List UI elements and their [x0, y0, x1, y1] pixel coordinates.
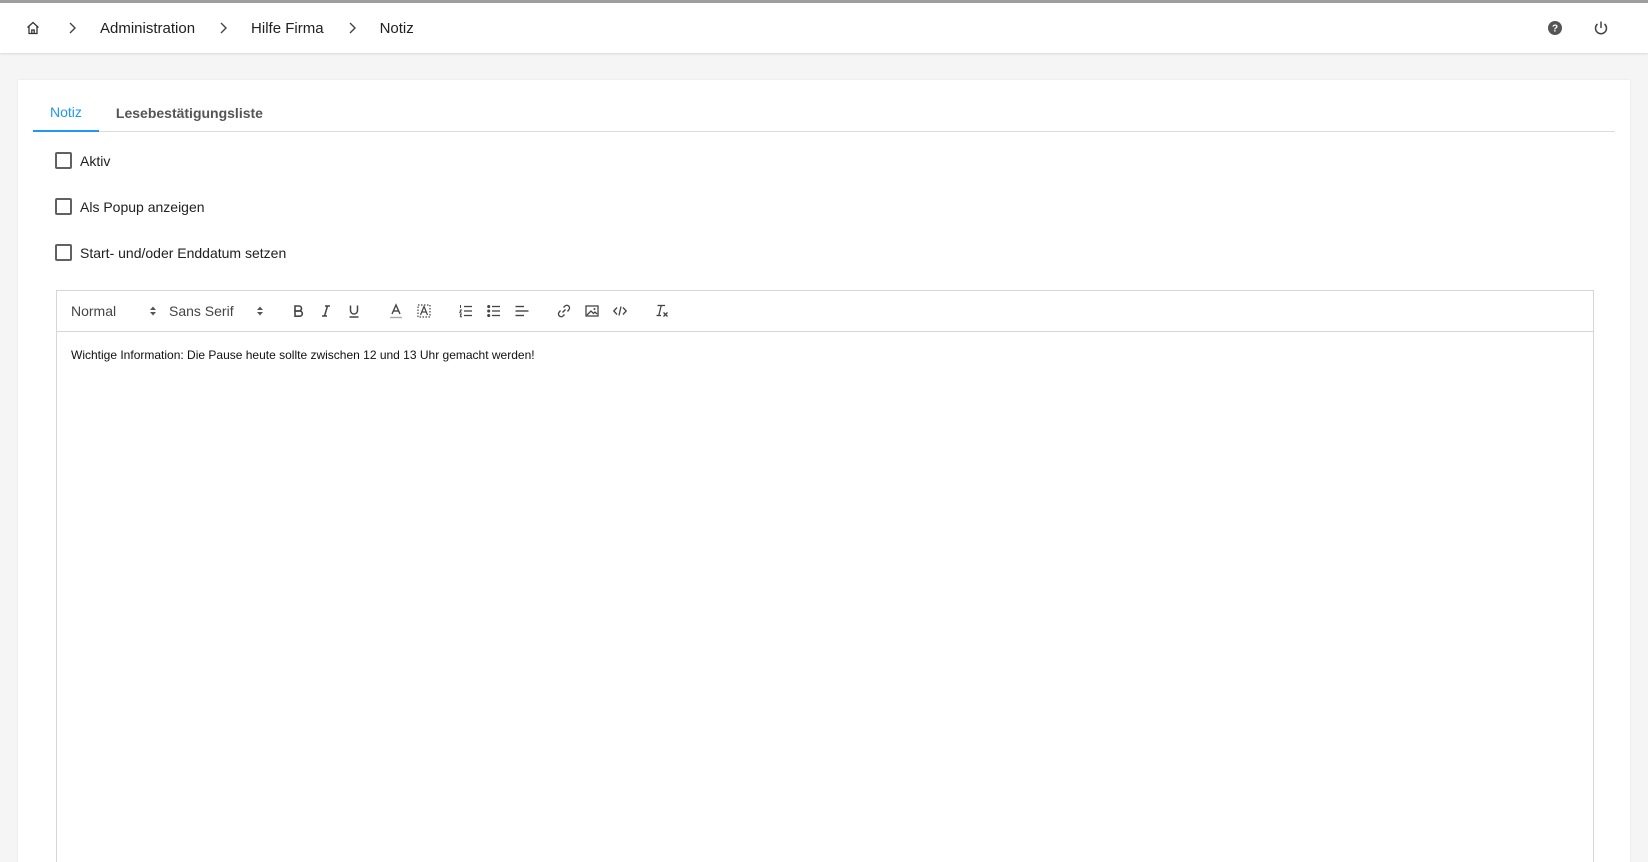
option-aktiv[interactable]: Aktiv — [55, 152, 110, 169]
option-popup[interactable]: Als Popup anzeigen — [55, 198, 205, 215]
home-icon[interactable] — [22, 17, 44, 39]
ordered-list-icon[interactable] — [452, 299, 480, 323]
breadcrumb-item-notiz: Notiz — [379, 19, 414, 37]
breadcrumb-item-administration[interactable]: Administration — [100, 20, 195, 37]
help-circle-icon[interactable]: ? — [1544, 17, 1566, 39]
format-picker[interactable]: Normal — [71, 299, 157, 323]
chevron-right-icon — [61, 17, 83, 39]
background-color-icon[interactable] — [410, 299, 438, 323]
format-picker-value: Normal — [71, 303, 117, 319]
image-icon[interactable] — [578, 299, 606, 323]
bold-icon[interactable] — [284, 299, 312, 323]
font-picker[interactable]: Sans Serif — [169, 299, 264, 323]
font-picker-value: Sans Serif — [169, 303, 234, 319]
link-icon[interactable] — [550, 299, 578, 323]
picker-arrows-icon — [149, 305, 157, 317]
tab-notiz[interactable]: Notiz — [33, 94, 99, 132]
chevron-right-icon — [212, 17, 234, 39]
clear-format-icon[interactable] — [648, 299, 676, 323]
bullet-list-icon[interactable] — [480, 299, 508, 323]
power-icon[interactable] — [1590, 17, 1612, 39]
editor-content[interactable]: Wichtige Information: Die Pause heute so… — [57, 332, 1593, 378]
date-label: Start- und/oder Enddatum setzen — [80, 244, 287, 261]
header-actions: ? — [1544, 3, 1612, 53]
aktiv-label: Aktiv — [80, 152, 111, 169]
tab-lesebestaetigungsliste[interactable]: Lesebestätigungsliste — [99, 94, 280, 132]
note-card: Notiz Lesebestätigungsliste Aktiv Als Po… — [18, 80, 1630, 862]
aktiv-checkbox[interactable] — [55, 152, 72, 169]
code-icon[interactable] — [606, 299, 634, 323]
rich-text-editor: Normal Sans Serif Wichtige Information: … — [56, 290, 1594, 862]
align-icon[interactable] — [508, 299, 536, 323]
chevron-right-icon — [341, 17, 363, 39]
text-color-icon[interactable] — [382, 299, 410, 323]
popup-label: Als Popup anzeigen — [80, 198, 205, 215]
svg-text:?: ? — [1552, 24, 1558, 35]
breadcrumb-item-hilfe-firma[interactable]: Hilfe Firma — [251, 20, 324, 37]
italic-icon[interactable] — [312, 299, 340, 323]
editor-toolbar: Normal Sans Serif — [57, 291, 1593, 332]
breadcrumb: Administration Hilfe Firma Notiz — [22, 3, 414, 53]
top-bar: Administration Hilfe Firma Notiz ? — [0, 0, 1648, 53]
date-checkbox[interactable] — [55, 244, 72, 261]
underline-icon[interactable] — [340, 299, 368, 323]
tab-bar: Notiz Lesebestätigungsliste — [33, 94, 1615, 132]
option-date[interactable]: Start- und/oder Enddatum setzen — [55, 244, 286, 261]
picker-arrows-icon — [256, 305, 264, 317]
popup-checkbox[interactable] — [55, 198, 72, 215]
